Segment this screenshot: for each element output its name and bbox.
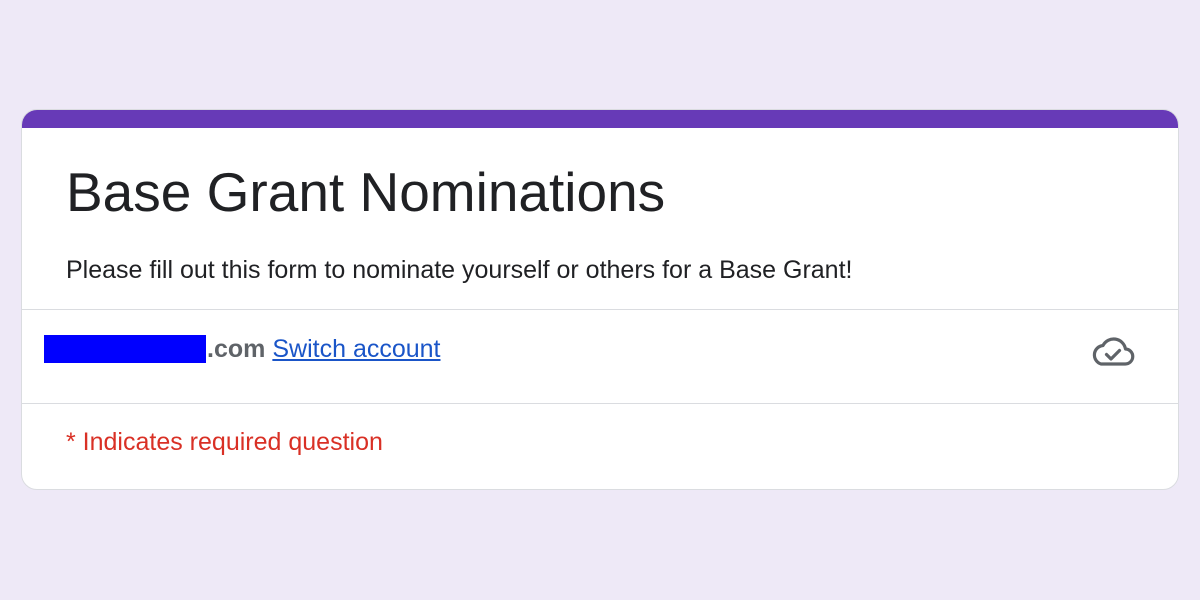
form-description: Please fill out this form to nominate yo…	[66, 256, 853, 284]
divider	[22, 309, 1178, 310]
email-redaction	[44, 335, 206, 363]
account-row: .com Switch account	[44, 332, 441, 366]
form-header-card: Base Grant Nominations Please fill out t…	[21, 109, 1179, 490]
switch-account-link[interactable]: Switch account	[272, 335, 440, 364]
email-domain: .com	[207, 334, 266, 363]
cloud-check-icon	[1092, 337, 1135, 366]
required-question-note: * Indicates required question	[66, 428, 383, 456]
form-title: Base Grant Nominations	[66, 161, 666, 223]
accent-bar	[22, 110, 1178, 128]
divider	[22, 403, 1178, 404]
